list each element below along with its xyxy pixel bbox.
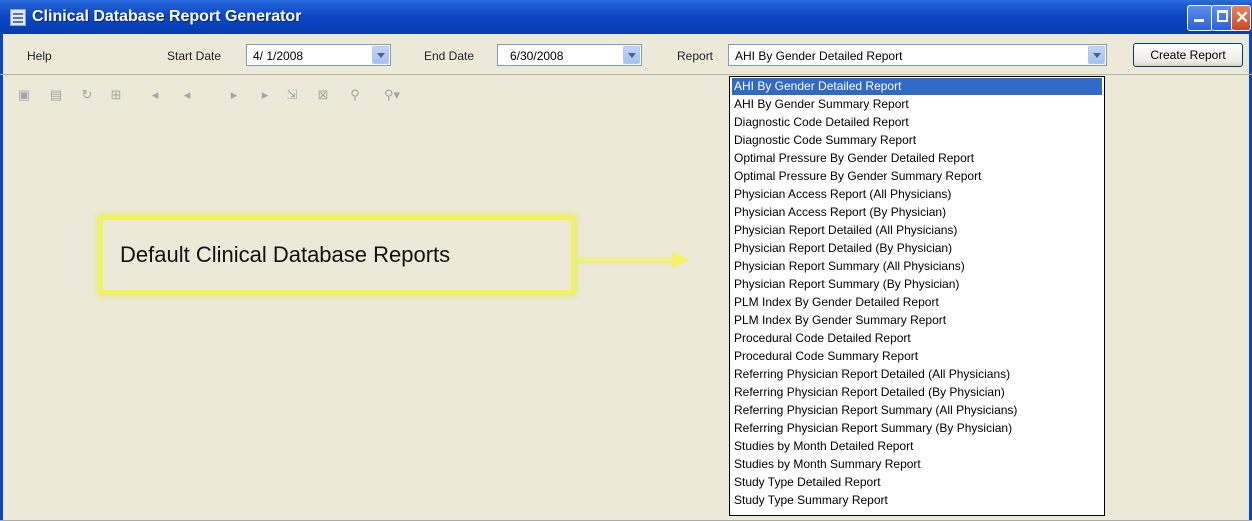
- chevron-down-icon[interactable]: [623, 46, 640, 64]
- goto-page-icon[interactable]: ⇲: [284, 87, 300, 103]
- report-label: Report: [677, 49, 714, 63]
- callout-text: Default Clinical Database Reports: [120, 242, 451, 267]
- report-option[interactable]: Study Type Summary Report: [732, 492, 1102, 509]
- report-option[interactable]: Studies by Month Detailed Report: [732, 438, 1102, 455]
- end-date-value: 6/30/2008: [510, 49, 564, 63]
- report-option[interactable]: Physician Report Detailed (By Physician): [732, 240, 1102, 257]
- report-option[interactable]: Referring Physician Report Detailed (All…: [732, 366, 1102, 383]
- report-option[interactable]: Physician Report Detailed (All Physician…: [732, 222, 1102, 239]
- stop-icon[interactable]: ⊠: [315, 87, 331, 103]
- prev-page-icon[interactable]: ◂: [179, 87, 195, 103]
- window-title: Clinical Database Report Generator: [32, 8, 302, 25]
- report-select-value: AHI By Gender Detailed Report: [735, 49, 903, 63]
- report-dropdown-list[interactable]: AHI By Gender Detailed Report AHI By Gend…: [729, 76, 1105, 516]
- report-option[interactable]: AHI By Gender Detailed Report: [732, 78, 1102, 95]
- maximize-icon: [1217, 10, 1228, 22]
- title-bar[interactable]: Clinical Database Report Generator ✕: [0, 0, 1252, 34]
- find-icon[interactable]: ⚲: [347, 87, 363, 103]
- minimize-button[interactable]: [1187, 5, 1213, 31]
- report-option[interactable]: Referring Physician Report Detailed (By …: [732, 384, 1102, 401]
- annotation-callout: Default Clinical Database Reports: [99, 216, 575, 294]
- close-icon: ✕: [1235, 8, 1250, 27]
- report-option[interactable]: Procedural Code Detailed Report: [732, 330, 1102, 347]
- arrow-head-icon: [672, 252, 690, 268]
- chevron-down-icon[interactable]: [1088, 46, 1105, 64]
- annotation-arrow: [578, 259, 675, 262]
- refresh-icon[interactable]: ↻: [79, 87, 95, 103]
- help-menu[interactable]: Help: [27, 49, 52, 63]
- report-option[interactable]: Physician Report Summary (By Physician): [732, 276, 1102, 293]
- last-page-icon[interactable]: ▸: [257, 87, 273, 103]
- minimize-icon: [1194, 19, 1204, 22]
- start-date-picker[interactable]: 4/ 1/2008: [246, 44, 391, 66]
- print-icon[interactable]: ▤: [48, 87, 64, 103]
- report-option[interactable]: Optimal Pressure By Gender Detailed Repo…: [732, 150, 1102, 167]
- report-option[interactable]: PLM Index By Gender Summary Report: [732, 312, 1102, 329]
- report-option[interactable]: Studies by Month Summary Report: [732, 456, 1102, 473]
- report-option[interactable]: Study Type Detailed Report: [732, 474, 1102, 491]
- report-option[interactable]: Optimal Pressure By Gender Summary Repor…: [732, 168, 1102, 185]
- report-option[interactable]: Physician Access Report (All Physicians): [732, 186, 1102, 203]
- report-select[interactable]: AHI By Gender Detailed Report: [728, 44, 1107, 66]
- next-page-icon[interactable]: ▸: [226, 87, 242, 103]
- report-option[interactable]: Referring Physician Report Summary (By P…: [732, 420, 1102, 437]
- report-option[interactable]: PLM Index By Gender Detailed Report: [732, 294, 1102, 311]
- end-date-picker[interactable]: 6/30/2008: [497, 44, 642, 66]
- chevron-down-icon[interactable]: [372, 46, 389, 64]
- app-icon: [10, 9, 26, 26]
- zoom-icon[interactable]: ⚲▾: [378, 87, 406, 103]
- create-report-button[interactable]: Create Report: [1133, 43, 1243, 67]
- report-option[interactable]: Diagnostic Code Summary Report: [732, 132, 1102, 149]
- report-option[interactable]: Diagnostic Code Detailed Report: [732, 114, 1102, 131]
- report-option[interactable]: AHI By Gender Summary Report: [732, 96, 1102, 113]
- report-option[interactable]: Procedural Code Summary Report: [732, 348, 1102, 365]
- first-page-icon[interactable]: ◂: [147, 87, 163, 103]
- report-option[interactable]: Referring Physician Report Summary (All …: [732, 402, 1102, 419]
- start-date-label: Start Date: [167, 49, 222, 63]
- tree-icon[interactable]: ⊞: [108, 87, 124, 103]
- end-date-label: End Date: [424, 49, 475, 63]
- close-button[interactable]: ✕: [1231, 5, 1251, 31]
- start-date-value: 4/ 1/2008: [253, 49, 304, 63]
- report-option[interactable]: Physician Report Summary (All Physicians…: [732, 258, 1102, 275]
- export-icon[interactable]: ▣: [16, 87, 32, 103]
- report-option[interactable]: Physician Access Report (By Physician): [732, 204, 1102, 221]
- parameters-toolbar: Help Start Date 4/ 1/2008 End Date 6/30/…: [0, 34, 1252, 75]
